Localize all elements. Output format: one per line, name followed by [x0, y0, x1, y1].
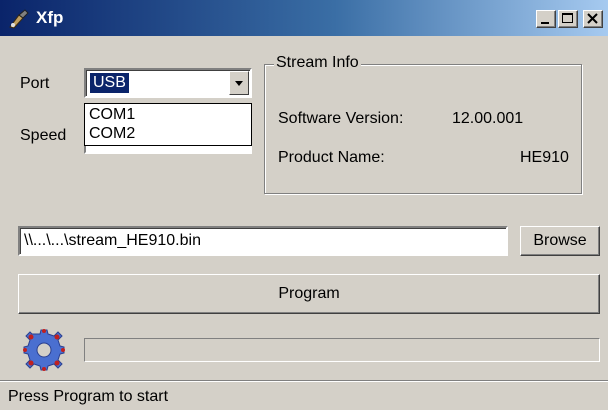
browse-button[interactable]: Browse: [520, 226, 600, 256]
close-icon: [587, 13, 598, 24]
close-button[interactable]: [583, 10, 603, 28]
maximize-icon: [562, 13, 573, 23]
software-version-value: 12.00.001: [452, 110, 524, 127]
port-option-com2[interactable]: COM2: [89, 125, 135, 143]
speed-select[interactable]: [84, 146, 252, 154]
software-version-label: Software Version:: [278, 110, 404, 127]
status-bar: Press Program to start: [0, 380, 608, 410]
chevron-down-icon: [235, 81, 243, 86]
program-progress-bar: [84, 338, 600, 362]
maximize-button[interactable]: [558, 10, 578, 28]
minimize-icon: [541, 22, 549, 24]
stream-file-path-field[interactable]: \\...\...\stream_HE910.bin: [18, 226, 508, 256]
window-title: Xfp: [36, 8, 64, 27]
port-dropdown-list: COM1 COM2: [84, 103, 252, 146]
port-option-com1[interactable]: COM1: [89, 106, 135, 124]
title-bar[interactable]: Xfp: [0, 0, 608, 36]
stream-info-legend: Stream Info: [274, 54, 361, 72]
stream-info-group: [264, 64, 582, 194]
puzzle-gear-icon: [20, 328, 68, 372]
minimize-button[interactable]: [536, 10, 556, 28]
product-name-value: HE910: [520, 149, 569, 166]
xfp-app-icon: [7, 9, 31, 29]
product-name-label: Product Name:: [278, 149, 385, 166]
port-selected-value: USB: [89, 72, 130, 94]
xfp-window: Xfp Port USB COM1 COM2 Speed Stream Info…: [0, 0, 608, 410]
stream-file-path-value: \\...\...\stream_HE910.bin: [24, 232, 201, 249]
port-dropdown-button[interactable]: [229, 71, 249, 95]
status-text: Press Program to start: [8, 388, 169, 405]
program-button[interactable]: Program: [18, 274, 600, 314]
port-select[interactable]: USB: [84, 68, 252, 98]
port-label: Port: [20, 75, 50, 92]
speed-label: Speed: [20, 127, 67, 144]
